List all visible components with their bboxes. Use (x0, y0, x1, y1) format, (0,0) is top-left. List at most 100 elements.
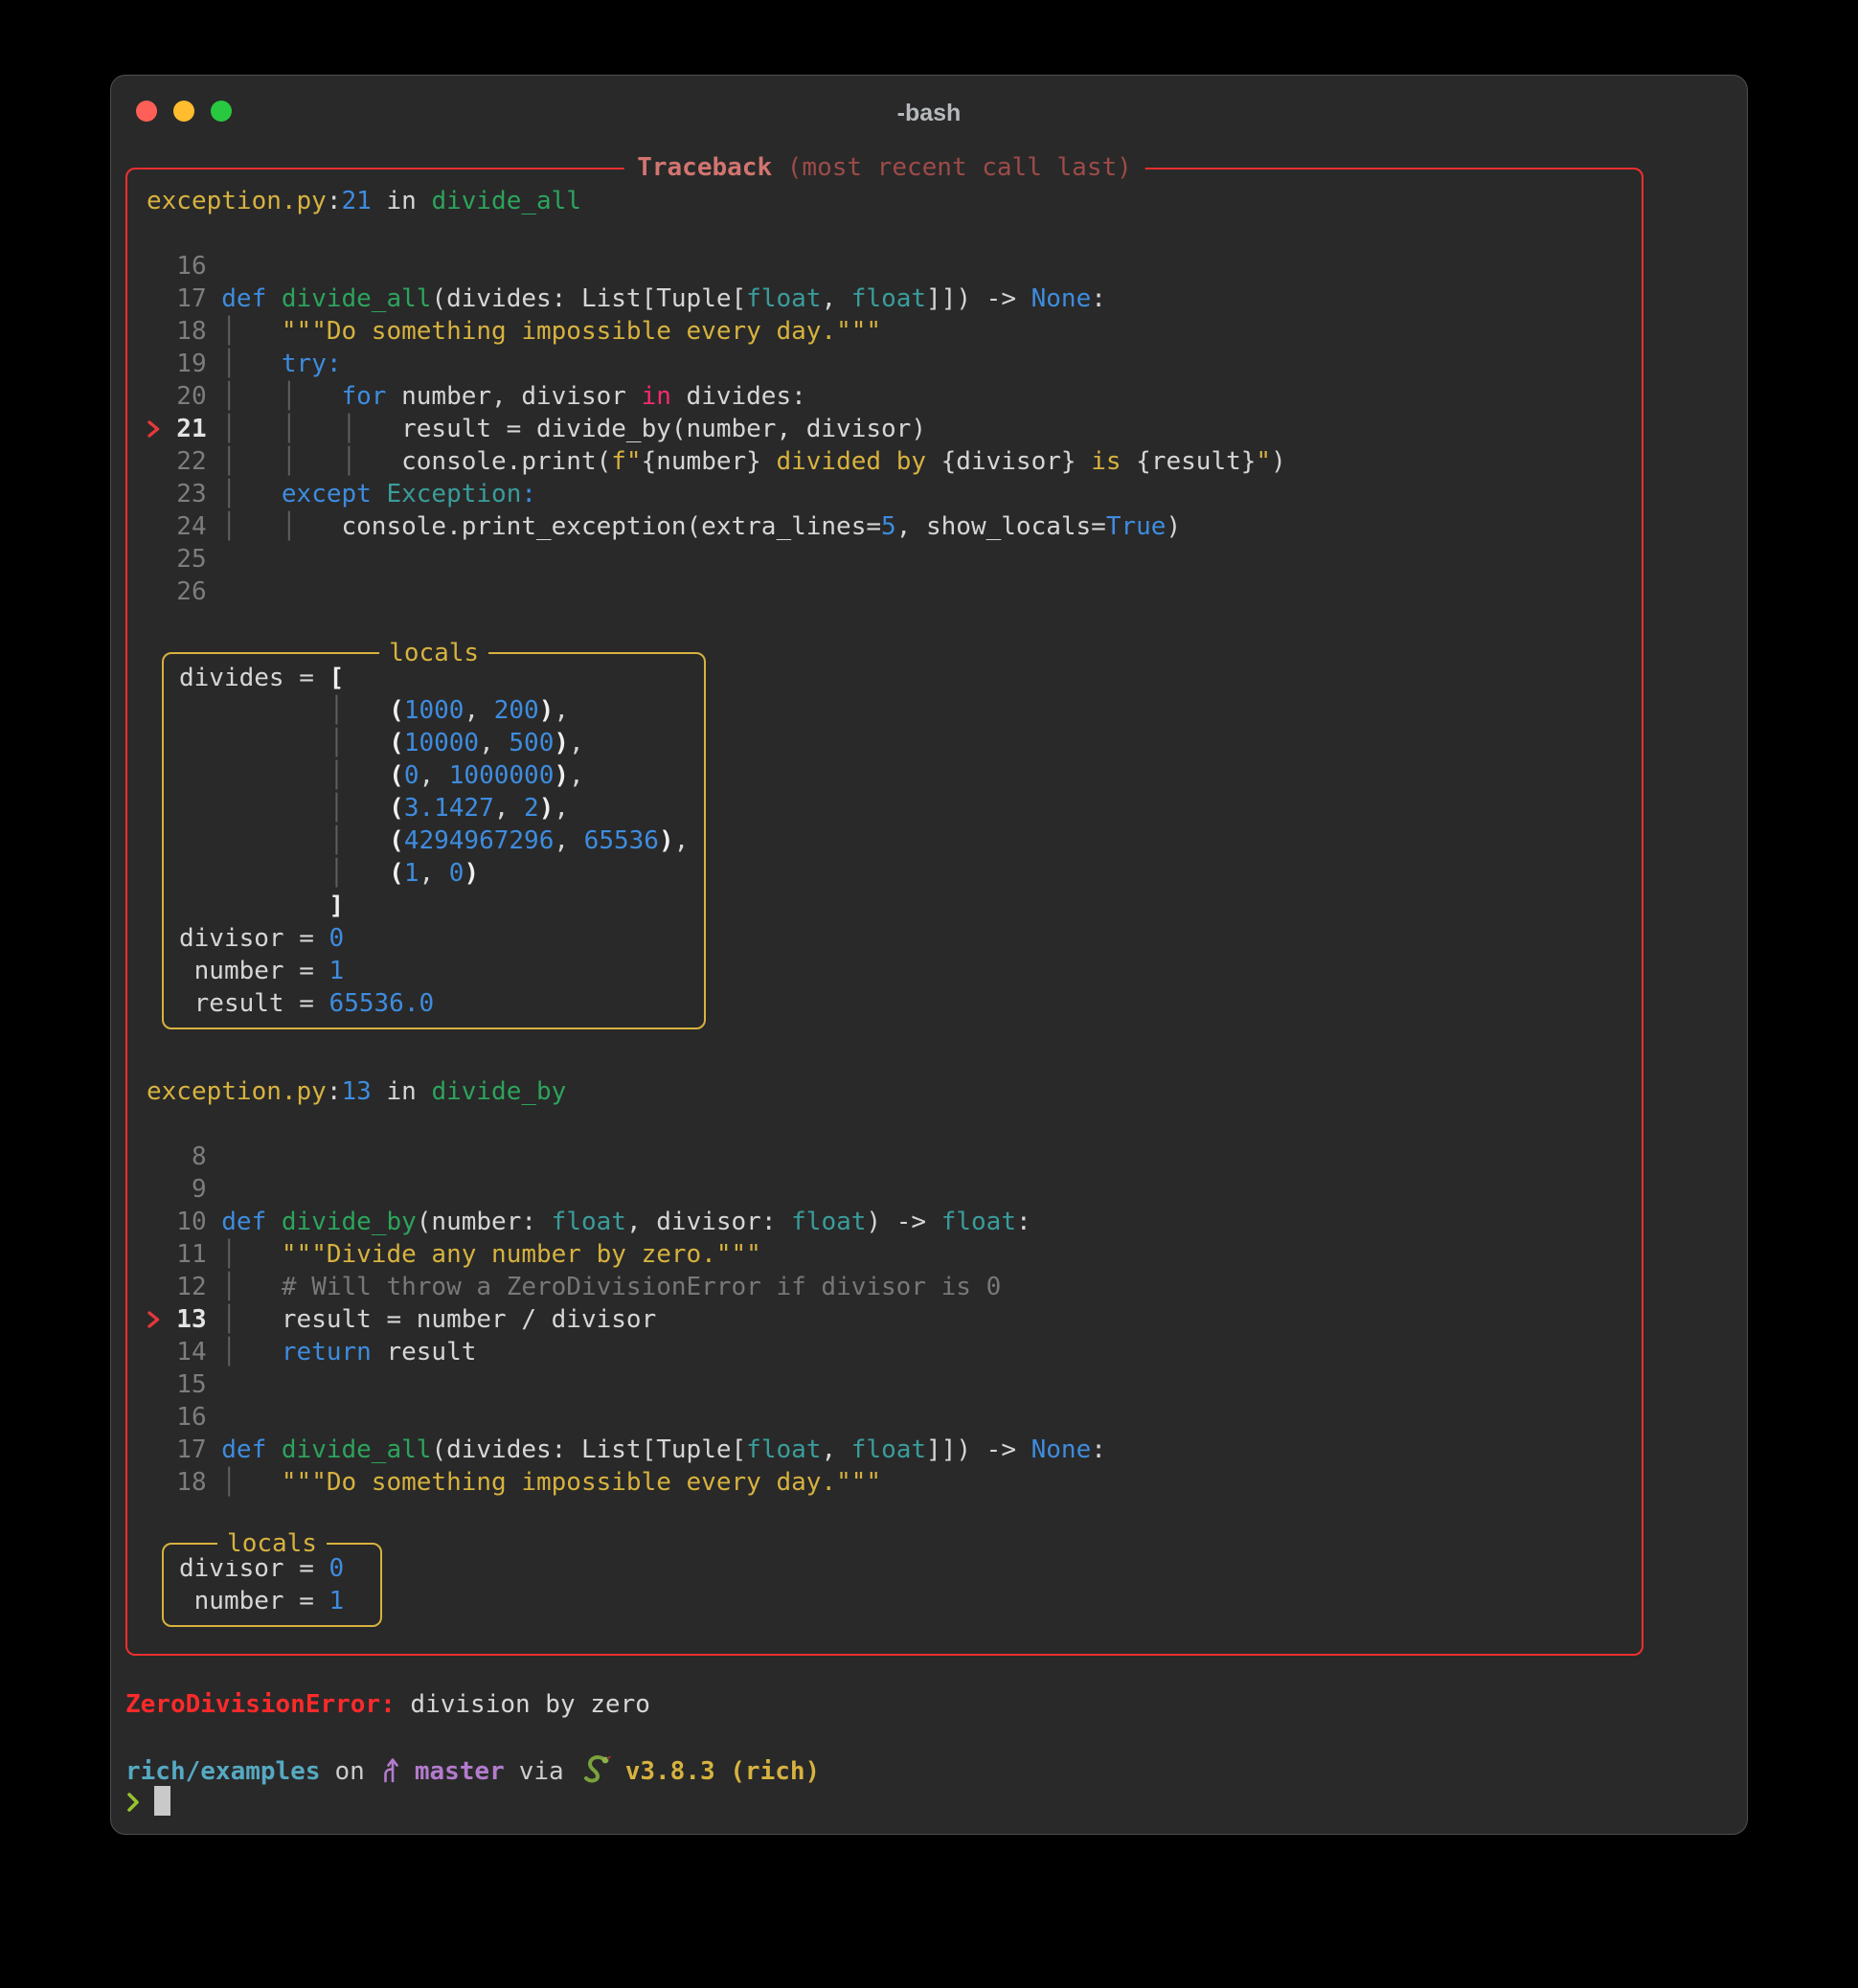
code-segment: {divisor} (941, 447, 1076, 476)
exception-name: ZeroDivisionError: (125, 1690, 396, 1719)
code-segment: exception.py (147, 1077, 327, 1106)
code-segment: │ (179, 794, 389, 823)
terminal-content: Traceback (most recent call last) except… (111, 168, 1747, 1819)
code-segment: ) (554, 729, 569, 757)
code-segment: ) (539, 794, 555, 823)
traceback-body: exception.py:21 in divide_all 16 17 def … (147, 185, 1626, 1627)
blank-line (147, 1108, 1626, 1141)
line-number: 18 (176, 317, 221, 346)
code-line: 15 (147, 1368, 1626, 1401)
line-number: 11 (176, 1240, 221, 1269)
marker-gutter (147, 250, 176, 282)
code-segment: """Do something impossible every day.""" (282, 1468, 881, 1497)
code-line: 25 (147, 543, 1626, 576)
code-segment: 0 (329, 1554, 345, 1583)
code-segment: {number} (642, 447, 761, 476)
code-segment: console.print( (401, 447, 611, 476)
prompt-path: rich/examples (125, 1757, 321, 1786)
code-segment: │ │ │ (221, 415, 401, 443)
locals-line: │ (4294967296, 65536), (179, 825, 689, 857)
locals-line: │ (1, 0) (179, 857, 689, 890)
code-segment: divide_all (282, 284, 432, 313)
code-segment: ) (659, 826, 674, 855)
code-line: 23 │ except Exception: (147, 478, 1626, 510)
code-segment: │ (179, 729, 389, 757)
code-segment: 65536.0 (329, 989, 435, 1018)
code-segment: , (674, 826, 690, 855)
window-title: -bash (111, 97, 1747, 129)
marker-gutter (147, 1141, 176, 1173)
terminal-cursor[interactable] (154, 1786, 170, 1816)
code-segment: in (372, 1077, 432, 1106)
code-segment: divide_by (431, 1077, 566, 1106)
locals-line: number = 1 (179, 1585, 365, 1617)
code-segment: ( (389, 859, 404, 888)
code-segment: ( (389, 761, 404, 790)
code-line: 8 (147, 1141, 1626, 1173)
code-segment: : (1091, 1435, 1106, 1464)
line-number: 12 (176, 1273, 221, 1301)
line-number: 23 (176, 480, 221, 508)
code-segment: float (552, 1208, 626, 1236)
code-line: 13 │ result = number / divisor (147, 1303, 1626, 1336)
code-segment: 500 (509, 729, 554, 757)
code-segment: (divides: List[Tuple[ (431, 1435, 746, 1464)
marker-gutter (147, 1238, 176, 1271)
line-number: 24 (176, 512, 221, 541)
frame-header: exception.py:13 in divide_by (147, 1075, 1626, 1108)
code-segment: def (221, 284, 266, 313)
code-segment: 0 (404, 761, 419, 790)
code-segment: 21 (342, 187, 372, 215)
error-line-marker-icon (147, 1303, 176, 1336)
code-segment: float (851, 1435, 926, 1464)
code-segment: │ (221, 350, 282, 378)
shell-prompt-line: rich/examplesonmasterviav3.8.3 (rich) (125, 1753, 1733, 1786)
marker-gutter (147, 1368, 176, 1401)
code-segment: ] (329, 892, 345, 920)
traceback-panel: Traceback (most recent call last) except… (125, 168, 1643, 1656)
locals-line: │ (1000, 200), (179, 694, 689, 727)
prompt-python-version: v3.8.3 (rich) (625, 1757, 821, 1786)
locals-line: divisor = 0 (179, 922, 689, 955)
line-number: 17 (176, 1435, 221, 1464)
code-line: 22 │ │ │ console.print(f"{number} divide… (147, 445, 1626, 478)
code-line: 11 │ """Divide any number by zero.""" (147, 1238, 1626, 1271)
code-segment: ) (464, 859, 479, 888)
code-segment: 200 (494, 696, 539, 725)
code-segment: , (554, 826, 583, 855)
marker-gutter (147, 1271, 176, 1303)
code-segment: │ (221, 317, 282, 346)
exception-text (396, 1690, 411, 1719)
exception-description: division by zero (410, 1690, 649, 1719)
code-segment: │ │ (221, 512, 341, 541)
locals-line: ] (179, 890, 689, 922)
terminal-window: -bash Traceback (most recent call last) … (110, 75, 1748, 1835)
code-segment: def (221, 1208, 266, 1236)
line-number: 16 (176, 252, 221, 281)
marker-gutter (147, 1336, 176, 1368)
code-segment: None (1031, 284, 1092, 313)
code-segment: def (221, 1435, 266, 1464)
marker-gutter (147, 1466, 176, 1499)
code-segment: [ (329, 664, 345, 692)
code-segment (266, 284, 282, 313)
code-line: 10 def divide_by(number: float, divisor:… (147, 1206, 1626, 1238)
traceback-panel-title: Traceback (most recent call last) (623, 151, 1145, 184)
code-segment: " (1256, 447, 1271, 476)
code-segment: float (746, 1435, 821, 1464)
code-segment: number (179, 1587, 284, 1615)
code-segment: , (569, 761, 584, 790)
code-line: 16 (147, 250, 1626, 282)
code-line: 12 │ # Will throw a ZeroDivisionError if… (147, 1271, 1626, 1303)
code-segment: = (284, 1587, 329, 1615)
code-segment: , (569, 729, 584, 757)
locals-line: │ (3.1427, 2), (179, 792, 689, 825)
code-segment: = (284, 957, 329, 985)
prompt-via-label: via (519, 1757, 564, 1786)
code-segment: │ (221, 1305, 282, 1334)
code-segment: except (282, 480, 372, 508)
shell-input-line[interactable] (125, 1786, 1733, 1819)
code-segment: 1 (329, 1587, 345, 1615)
line-number: 10 (176, 1208, 221, 1236)
code-segment: ) -> (866, 1208, 940, 1236)
